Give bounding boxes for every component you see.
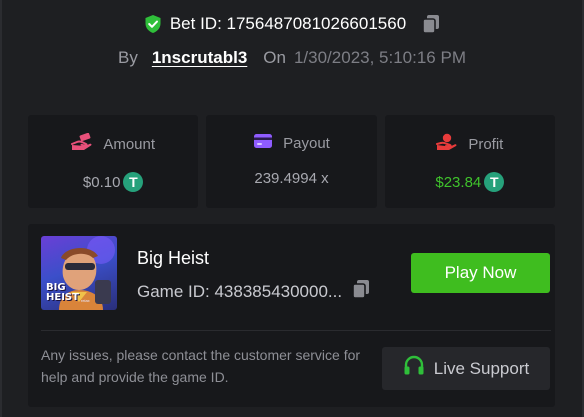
stat-profit-label: Profit	[468, 135, 504, 153]
game-thumbnail-title: BIG HEIST	[46, 282, 79, 303]
copy-bet-id-icon[interactable]	[422, 14, 440, 34]
headset-icon	[403, 355, 425, 382]
game-thumbnail-provider: relax	[81, 298, 90, 303]
tether-coin-icon: T	[484, 172, 505, 192]
game-thumbnail[interactable]: BIG HEIST relax	[41, 236, 117, 310]
stat-payout-header: Payout	[253, 133, 330, 153]
copy-game-id-icon[interactable]	[352, 279, 370, 304]
bet-date: 1/30/2023, 5:10:16 PM	[293, 48, 466, 67]
game-name: Big Heist	[137, 248, 210, 268]
stat-payout-value: 239.4994 x	[254, 170, 329, 187]
tether-coin-icon: T	[123, 172, 144, 192]
play-now-button[interactable]: Play Now	[411, 253, 550, 293]
support-message: Any issues, please contact the customer …	[41, 347, 361, 385]
stat-profit: Profit $23.84 T	[384, 115, 555, 208]
stat-payout-label: Payout	[283, 134, 330, 152]
stat-profit-header: Profit	[436, 133, 503, 155]
bet-stats: Amount $0.10 T Payout 239.4994 x Profit …	[28, 115, 555, 208]
bet-id-text: Bet ID: 1756487081026601560	[169, 14, 407, 33]
live-support-label: Live Support	[433, 358, 530, 378]
stat-amount: Amount $0.10 T	[28, 115, 199, 208]
bet-author-row: By 1nscrutabl3 On 1/30/2023, 5:10:16 PM	[0, 45, 584, 71]
verified-shield-icon	[144, 14, 162, 34]
bet-id-row: Bet ID: 1756487081026601560	[0, 10, 584, 38]
stat-amount-value: $0.10	[82, 173, 121, 191]
money-hand-icon	[71, 132, 93, 155]
game-card: BIG HEIST relax Big Heist Game ID: 43838…	[28, 224, 555, 407]
stat-amount-value-row: $0.10 T	[83, 172, 144, 192]
live-support-button[interactable]: Live Support	[382, 347, 550, 390]
stat-amount-header: Amount	[71, 132, 156, 155]
game-id-text: Game ID: 438385430000...	[137, 281, 343, 301]
stat-payout-value-row: 239.4994 x	[254, 170, 328, 187]
stat-profit-value-row: $23.84 T	[435, 172, 505, 192]
username-link[interactable]: 1nscrutabl3	[152, 48, 247, 68]
card-divider	[41, 330, 551, 331]
credit-card-icon	[253, 133, 273, 153]
stat-amount-label: Amount	[103, 135, 156, 153]
hand-coin-icon	[436, 133, 458, 155]
stat-payout: Payout 239.4994 x	[206, 115, 377, 208]
bet-details-panel: Bet ID: 1756487081026601560 By 1nscrutab…	[0, 0, 584, 417]
by-label: By	[118, 48, 138, 67]
game-id-row: Game ID: 438385430000...	[137, 279, 370, 304]
on-label: On	[263, 48, 286, 67]
stat-profit-value: $23.84	[435, 173, 482, 191]
